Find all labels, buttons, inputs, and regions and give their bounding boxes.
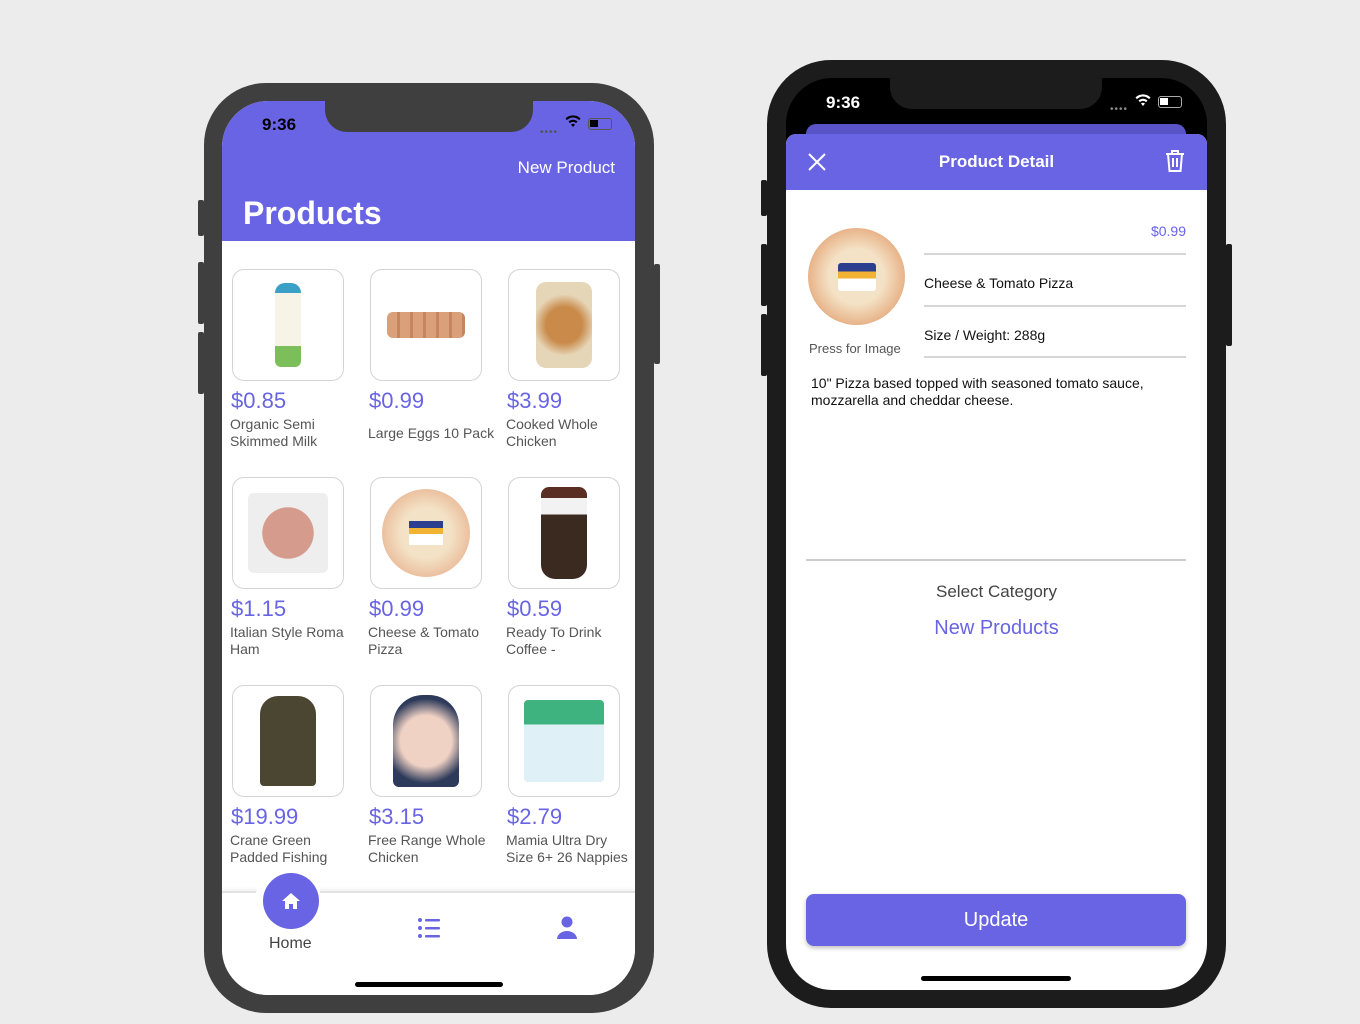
product-card[interactable] bbox=[370, 685, 482, 797]
signal-icon: •••• bbox=[1110, 104, 1129, 115]
home-indicator bbox=[921, 976, 1071, 981]
product-price: $3.99 bbox=[507, 388, 563, 413]
battery-icon bbox=[588, 118, 612, 130]
press-for-image[interactable]: Press for Image bbox=[809, 341, 901, 356]
product-name: Crane Green Padded Fishing bbox=[230, 832, 328, 865]
mute-switch bbox=[761, 180, 767, 216]
profile-tab-icon[interactable] bbox=[556, 916, 578, 945]
power-button bbox=[654, 264, 660, 364]
product-price: $19.99 bbox=[231, 804, 299, 829]
notch bbox=[325, 101, 533, 132]
status-time: 9:36 bbox=[826, 93, 861, 112]
product-detail-screen: 9:36 •••• Product Detail Press for Image… bbox=[786, 78, 1207, 990]
product-name: Italian Style Roma Ham bbox=[230, 624, 344, 657]
product-image-raw-chicken bbox=[393, 695, 459, 787]
product-image-jacket bbox=[260, 696, 316, 786]
power-button bbox=[1226, 244, 1232, 346]
product-image-pizza bbox=[382, 489, 470, 577]
divider bbox=[806, 559, 1186, 561]
divider bbox=[924, 356, 1186, 358]
product-card[interactable] bbox=[232, 685, 344, 797]
battery-icon bbox=[1158, 96, 1182, 108]
select-category-label: Select Category bbox=[936, 582, 1057, 601]
product-name: Cooked Whole Chicken bbox=[506, 416, 598, 449]
mute-switch bbox=[198, 200, 204, 236]
product-card[interactable] bbox=[508, 269, 620, 381]
product-image-milk-bottle bbox=[275, 283, 301, 367]
description-field[interactable]: 10" Pizza based topped with seasoned tom… bbox=[811, 375, 1181, 409]
divider bbox=[924, 305, 1186, 307]
home-tab-button[interactable] bbox=[263, 873, 319, 929]
product-name: Ready To Drink Coffee - bbox=[506, 624, 602, 657]
product-image-pizza[interactable] bbox=[808, 228, 905, 325]
size-weight-field[interactable]: Size / Weight: 288g bbox=[924, 327, 1045, 343]
home-indicator bbox=[355, 982, 503, 987]
new-product-button[interactable]: New Product bbox=[518, 158, 615, 178]
product-card[interactable] bbox=[508, 685, 620, 797]
product-name: Large Eggs 10 Pack bbox=[368, 425, 495, 441]
list-tab-icon[interactable] bbox=[418, 917, 440, 944]
product-price: $2.79 bbox=[507, 804, 563, 829]
status-time: 9:36 bbox=[262, 115, 297, 134]
product-card[interactable] bbox=[370, 477, 482, 589]
products-screen: 9:36 •••• New Product Products $0.85 Org… bbox=[222, 101, 635, 995]
product-name: Cheese & Tomato Pizza bbox=[368, 624, 480, 657]
detail-price[interactable]: $0.99 bbox=[1151, 223, 1186, 239]
page-title: Products bbox=[243, 195, 382, 231]
product-image-egg-carton bbox=[387, 312, 465, 338]
wifi-icon bbox=[565, 115, 581, 132]
home-icon bbox=[282, 893, 300, 909]
product-image-cooked-chicken bbox=[536, 282, 592, 368]
volume-up bbox=[761, 244, 767, 306]
product-image-nappies bbox=[524, 700, 604, 782]
product-name: Mamia Ultra Dry Size 6+ 26 Nappies bbox=[506, 832, 628, 865]
product-card[interactable] bbox=[370, 269, 482, 381]
home-tab-label: Home bbox=[269, 935, 312, 952]
product-price: $0.59 bbox=[507, 596, 563, 621]
trash-icon[interactable] bbox=[1164, 149, 1186, 178]
signal-icon: •••• bbox=[540, 127, 559, 138]
wifi-icon bbox=[1135, 94, 1151, 112]
product-name: Free Range Whole Chicken bbox=[368, 832, 486, 865]
volume-up bbox=[198, 262, 204, 324]
product-name: Organic Semi Skimmed Milk bbox=[230, 416, 318, 449]
product-image-coffee-cup bbox=[541, 487, 587, 579]
volume-down bbox=[198, 332, 204, 394]
update-button[interactable]: Update bbox=[806, 894, 1186, 946]
notch bbox=[890, 78, 1102, 109]
detail-title: Product Detail bbox=[938, 152, 1055, 171]
product-card[interactable] bbox=[508, 477, 620, 589]
product-name-field[interactable]: Cheese & Tomato Pizza bbox=[924, 275, 1073, 291]
divider bbox=[924, 253, 1186, 255]
product-price: $0.99 bbox=[369, 388, 425, 413]
product-price: $1.15 bbox=[231, 596, 287, 621]
product-price: $3.15 bbox=[369, 804, 425, 829]
product-price: $0.99 bbox=[369, 596, 425, 621]
category-picker[interactable]: New Products bbox=[786, 617, 1207, 640]
product-image-ham-pack bbox=[248, 493, 328, 573]
volume-down bbox=[761, 314, 767, 376]
product-card[interactable] bbox=[232, 477, 344, 589]
product-price: $0.85 bbox=[231, 388, 287, 413]
product-card[interactable] bbox=[232, 269, 344, 381]
